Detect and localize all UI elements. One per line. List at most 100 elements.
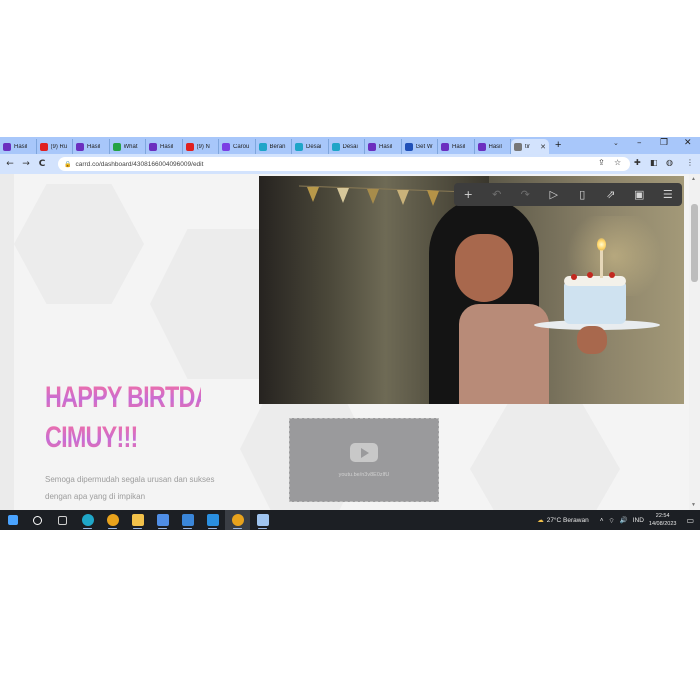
play-icon[interactable] xyxy=(350,443,378,462)
publish-icon[interactable]: ⇗ xyxy=(600,188,622,201)
tab-label: Desai xyxy=(306,143,322,150)
clock[interactable]: 22:54 14/08/2023 xyxy=(649,512,677,528)
headline-line-2: CIMUY!!! xyxy=(45,418,201,458)
share-icon[interactable]: ⇪ xyxy=(598,158,605,167)
editor-toolbar: + ↶ ↷ ▷ ▯ ⇗ ▣ ☰ xyxy=(454,183,682,206)
tray-chevron-icon[interactable]: ˄ xyxy=(600,517,604,524)
redo-icon[interactable]: ↷ xyxy=(514,188,536,201)
browser-tab[interactable]: Hasil xyxy=(365,139,402,154)
tab-label: Desai xyxy=(342,143,358,150)
extensions-icon[interactable]: ✚ xyxy=(634,158,641,167)
background-hexagon xyxy=(14,184,144,304)
tab-label: Carou xyxy=(233,143,250,150)
close-window-icon[interactable]: ✕ xyxy=(684,138,692,148)
yahoo-icon xyxy=(76,142,84,151)
browser-tab[interactable]: Beran xyxy=(256,139,292,154)
store-icon[interactable] xyxy=(150,510,175,530)
youtube-icon xyxy=(39,142,48,151)
task-view-icon[interactable] xyxy=(50,510,75,530)
birthday-cake xyxy=(564,280,626,324)
browser-tab[interactable]: Get W xyxy=(402,139,438,154)
tab-search-icon[interactable]: ⌄ xyxy=(613,139,619,147)
notification-icon[interactable]: ▭ xyxy=(686,516,694,525)
subtext[interactable]: Semoga dipermudah segala urusan dan suks… xyxy=(45,471,245,505)
save-icon[interactable]: ▣ xyxy=(628,188,650,201)
browser-tab[interactable]: Hasil xyxy=(475,139,511,154)
network-icon[interactable]: ⌔ xyxy=(608,516,614,525)
restore-icon[interactable]: ❐ xyxy=(660,138,668,148)
browser-tab[interactable]: Carou xyxy=(219,139,256,154)
browser-tab[interactable]: Hasil xyxy=(438,139,475,154)
menu-icon[interactable]: ☰ xyxy=(657,188,679,201)
forward-icon[interactable]: → xyxy=(18,159,34,169)
browser-tab[interactable]: tir ✕ xyxy=(511,139,549,154)
left-gutter xyxy=(0,174,14,510)
mail-icon[interactable] xyxy=(175,510,200,530)
background-hexagon xyxy=(470,404,620,510)
edge-icon[interactable] xyxy=(75,510,100,530)
tab-label: (9) N xyxy=(196,143,210,150)
undo-icon[interactable]: ↶ xyxy=(486,188,508,201)
chrome-active-icon[interactable] xyxy=(225,510,250,530)
scroll-thumb[interactable] xyxy=(691,204,698,282)
tab-label: Hasil xyxy=(379,143,393,150)
headline[interactable]: HAPPY BIRTDAY CIMUY!!! xyxy=(45,378,224,458)
candle-flame xyxy=(597,238,606,251)
canva-icon xyxy=(258,142,267,151)
minimize-icon[interactable]: – xyxy=(637,138,642,148)
youtube-icon xyxy=(185,142,194,151)
add-icon[interactable]: + xyxy=(457,188,479,201)
play-icon[interactable]: ▷ xyxy=(543,188,565,201)
subtext-line-2: dengan apa yang di impikan xyxy=(45,492,146,501)
browser-tab[interactable]: Hasil xyxy=(73,139,110,154)
tab-strip: Hasil (9) Ru Hasil What Hasil (9) N Carou Beran… xyxy=(0,137,700,154)
canva-icon xyxy=(295,142,303,151)
weather-icon[interactable]: ☁ xyxy=(537,516,544,524)
address-bar[interactable]: 🔒 carrd.co/dashboard/4308166004096009/ed… xyxy=(58,157,630,171)
tab-label: Hasil xyxy=(160,143,174,150)
tab-label: tir xyxy=(525,143,530,150)
browser-tab[interactable]: Desai xyxy=(292,139,329,154)
video-embed-placeholder[interactable]: youtu.be/n3v8E0zlfU xyxy=(289,418,439,502)
tab-close-icon[interactable]: ✕ xyxy=(540,143,546,151)
vscode-icon[interactable] xyxy=(200,510,225,530)
tab-label: Get W xyxy=(415,143,433,150)
mobile-preview-icon[interactable]: ▯ xyxy=(571,188,593,201)
start-icon[interactable] xyxy=(0,510,25,530)
search-icon[interactable] xyxy=(25,510,50,530)
new-tab-button[interactable]: + xyxy=(555,138,561,153)
weather-text[interactable]: 27°C Berawan xyxy=(547,517,589,524)
browser-tab[interactable]: Hasil xyxy=(146,139,183,154)
scroll-up-icon[interactable]: ▲ xyxy=(691,176,696,182)
yahoo-icon xyxy=(368,142,376,151)
birthday-photo[interactable] xyxy=(259,176,684,404)
yahoo-icon xyxy=(477,142,486,151)
browser-tab[interactable]: Hasil xyxy=(0,139,37,154)
video-url: youtu.be/n3v8E0zlfU xyxy=(338,472,390,478)
browser-tab[interactable]: Desai xyxy=(329,139,365,154)
bookmark-star-icon[interactable]: ☆ xyxy=(614,158,621,167)
file-explorer-icon[interactable] xyxy=(125,510,150,530)
browser-tab[interactable]: (9) Ru xyxy=(37,139,73,154)
tab-label: Beran xyxy=(269,143,286,150)
volume-icon[interactable]: 🔊 xyxy=(620,516,628,524)
whatsapp-icon xyxy=(112,142,121,151)
person-face xyxy=(455,234,513,302)
taskbar-apps xyxy=(0,510,275,530)
browser-tab[interactable]: What xyxy=(110,139,146,154)
scroll-down-icon[interactable]: ▼ xyxy=(691,502,696,508)
profile-icon[interactable]: ◍ xyxy=(666,158,673,167)
page-viewport: + ↶ ↷ ▷ ▯ ⇗ ▣ ☰ HAPPY BIRTDAY CIMUY!!! Semoga d… xyxy=(0,174,700,510)
chrome-icon[interactable] xyxy=(100,510,125,530)
browser-tab[interactable]: (9) N xyxy=(183,139,219,154)
reload-icon[interactable]: C xyxy=(34,159,50,169)
clock-time: 22:54 xyxy=(655,513,670,519)
back-icon[interactable]: ← xyxy=(2,159,18,169)
scrollbar[interactable]: ▲ ▼ xyxy=(689,174,700,510)
side-panel-icon[interactable]: ◧ xyxy=(650,158,658,167)
person-apron xyxy=(459,304,549,404)
language-indicator[interactable]: IND xyxy=(633,517,644,524)
notepad-icon[interactable] xyxy=(250,510,275,530)
chrome-menu-icon[interactable]: ⋮ xyxy=(686,158,694,167)
tab-label: Hasil xyxy=(87,143,101,150)
